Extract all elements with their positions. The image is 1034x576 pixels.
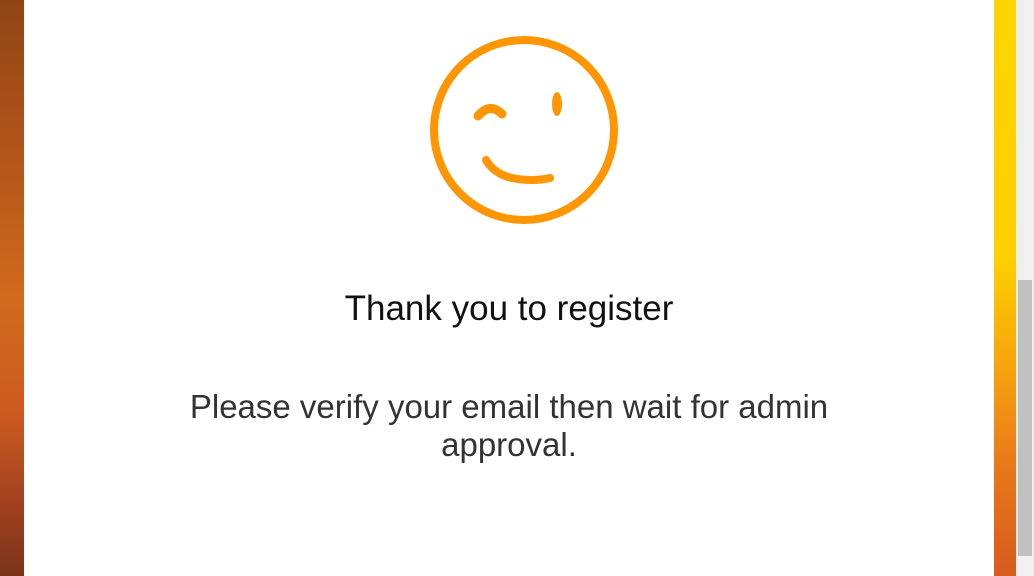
vertical-scrollbar[interactable] <box>1016 0 1034 576</box>
registration-confirmation-card: Thank you to register Please verify your… <box>24 0 994 576</box>
background-right-edge <box>994 0 1016 576</box>
confirmation-message: Please verify your email then wait for a… <box>189 388 829 463</box>
background-left-edge <box>0 0 24 576</box>
scrollbar-thumb[interactable] <box>1018 280 1032 556</box>
wink-smiley-icon <box>430 36 618 224</box>
page-title: Thank you to register <box>344 289 674 328</box>
